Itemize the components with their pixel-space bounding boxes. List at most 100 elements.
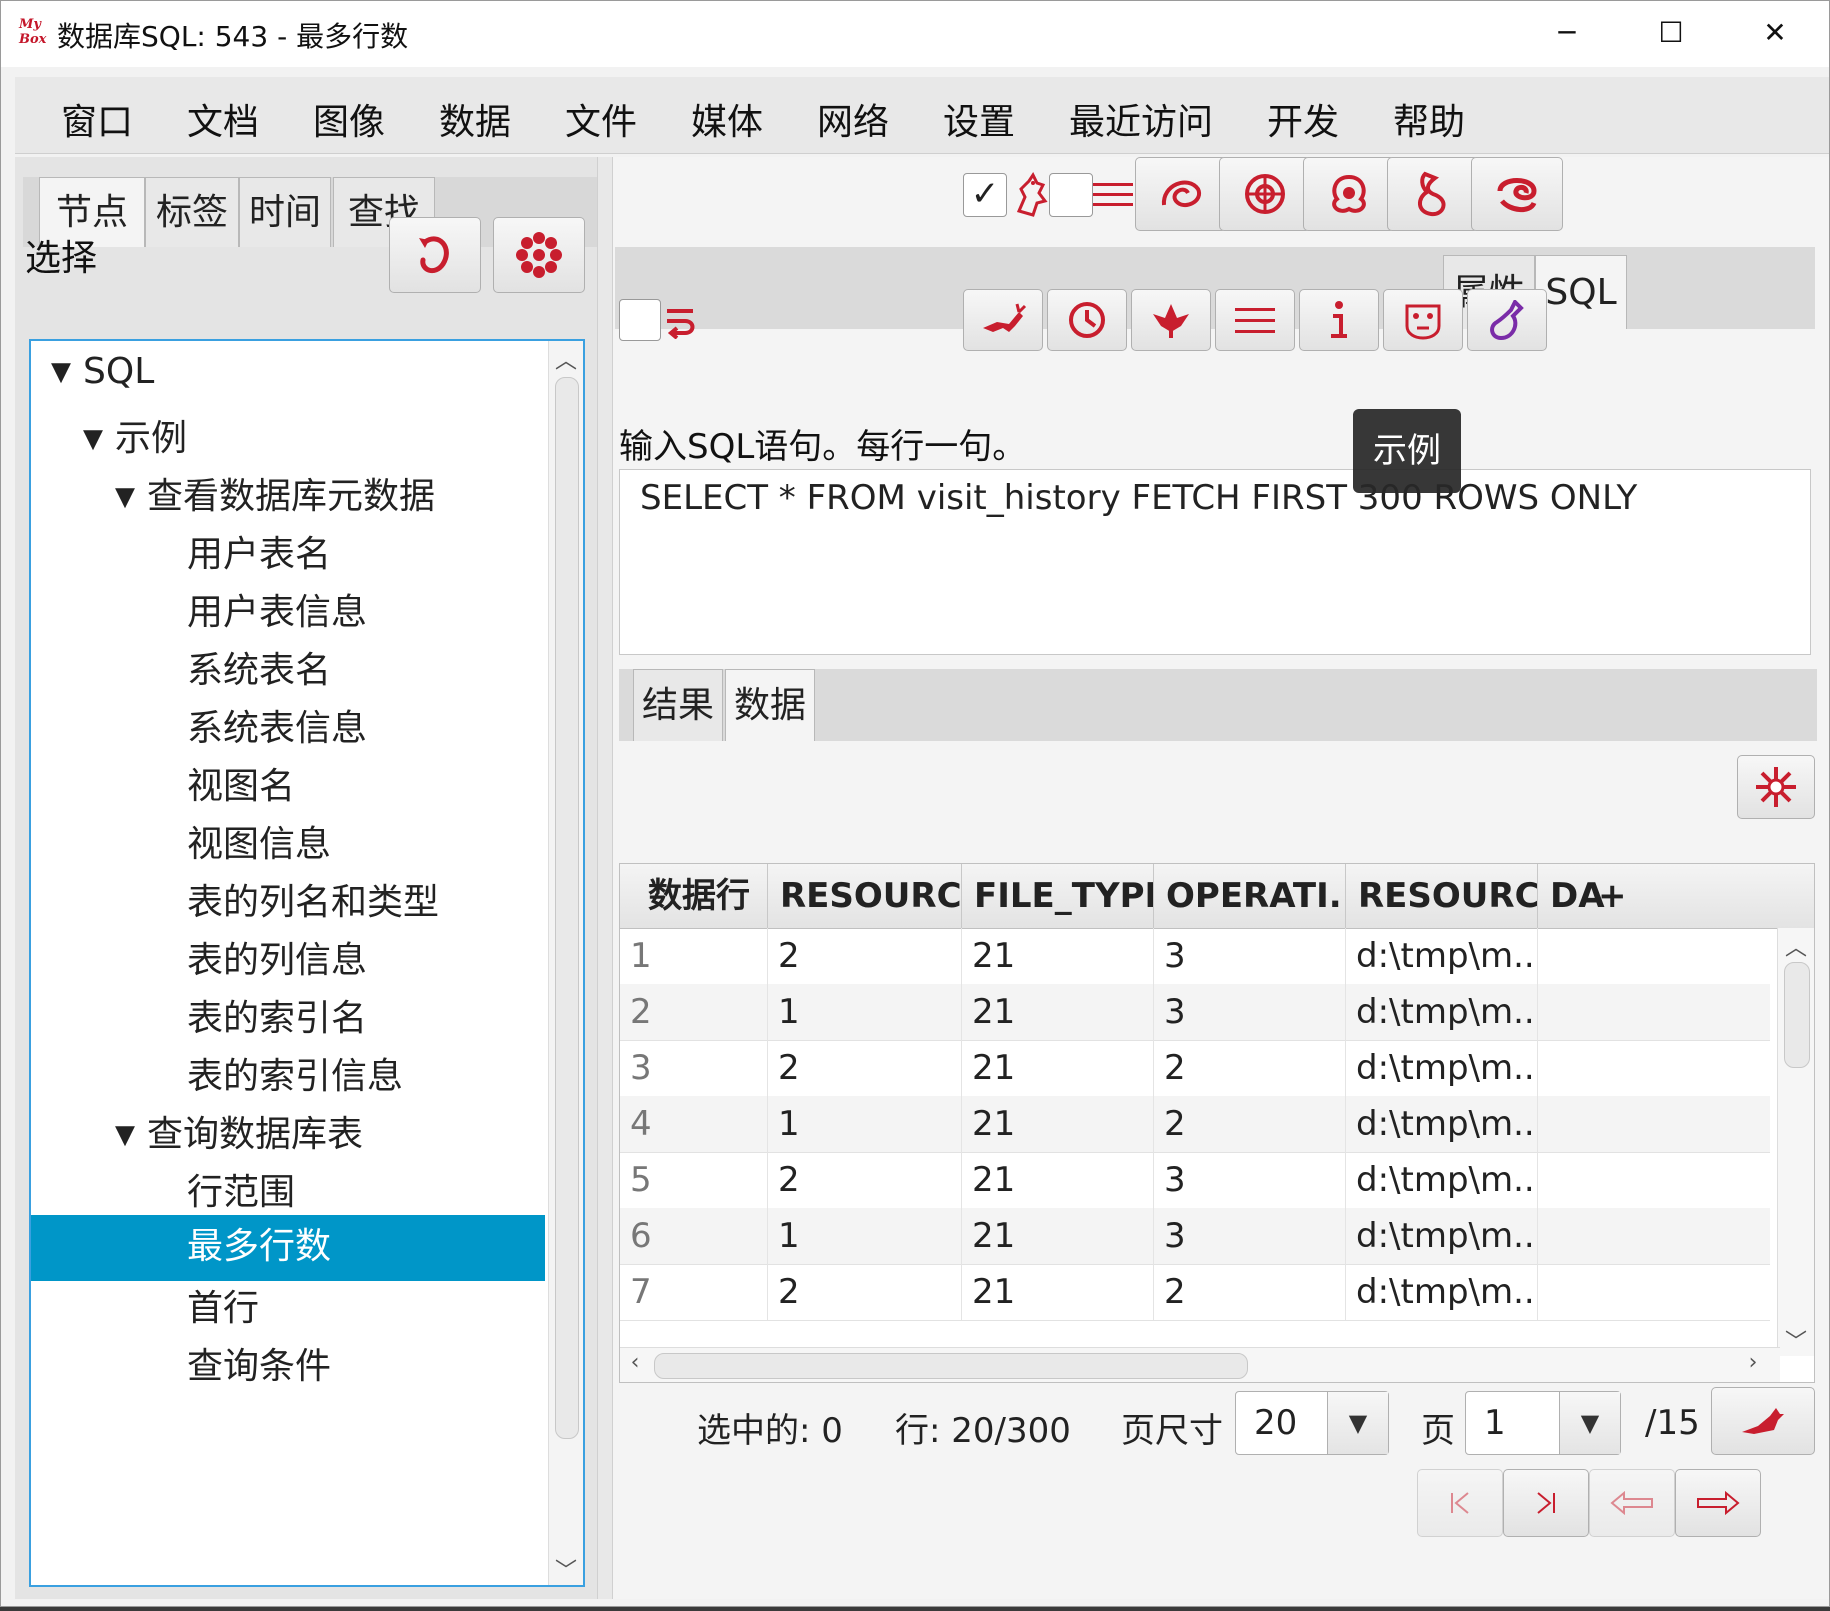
options-button[interactable] [493, 217, 585, 293]
tree-node-query-tables[interactable]: ▼ 查询数据库表 [115, 1105, 363, 1157]
column-header-resource-2[interactable]: RESOURC... [1346, 864, 1538, 928]
tree-node-sql[interactable]: ▼ SQL [51, 351, 154, 392]
previous-page-button[interactable] [1589, 1469, 1675, 1537]
scroll-right-icon[interactable]: › [1738, 1350, 1768, 1380]
mask-button[interactable] [1383, 289, 1463, 351]
tab-time[interactable]: 时间 [239, 177, 331, 247]
close-button[interactable]: ✕ [1745, 11, 1805, 55]
table-row[interactable]: 7 2 21 2 d:\tmp\m... [620, 1264, 1770, 1321]
tree-node-index-info[interactable]: 表的索引信息 [187, 1047, 403, 1099]
table-horizontal-scrollbar[interactable]: ‹ › [620, 1347, 1780, 1382]
menu-data[interactable]: 数据 [439, 93, 511, 145]
menu-settings[interactable]: 设置 [943, 93, 1015, 145]
scroll-down-icon[interactable]: ﹀ [1778, 1324, 1814, 1355]
data-table[interactable]: 数据行 RESOURC... FILE_TYPE OPERATI... RESO… [619, 863, 1815, 1383]
scroll-left-icon[interactable]: ‹ [620, 1350, 650, 1380]
tab-results[interactable]: 结果 [633, 669, 723, 741]
tree-node-system-table-names[interactable]: 系统表名 [187, 641, 331, 693]
tree-node-user-table-names[interactable]: 用户表名 [187, 525, 331, 577]
tree-vertical-scrollbar[interactable]: ︿ ﹀ [548, 341, 583, 1585]
wrap-checkbox[interactable] [619, 299, 661, 341]
run-button[interactable] [963, 289, 1043, 351]
first-page-button[interactable] [1417, 1469, 1503, 1537]
table-row[interactable]: 1 2 21 3 d:\tmp\m... [620, 928, 1770, 985]
table-row[interactable]: 3 2 21 2 d:\tmp\m... [620, 1040, 1770, 1097]
expand-triangle-icon[interactable]: ▼ [83, 424, 103, 454]
table-row[interactable]: 5 2 21 3 d:\tmp\m... [620, 1152, 1770, 1209]
checkbox-unchecked[interactable] [1049, 173, 1093, 217]
menu-window[interactable]: 窗口 [61, 93, 133, 145]
scroll-down-icon[interactable]: ﹀ [549, 1553, 583, 1584]
tree-node-view-metadata[interactable]: ▼ 查看数据库元数据 [115, 467, 435, 519]
lines-button[interactable] [1215, 289, 1295, 351]
tree-node-first-row[interactable]: 首行 [187, 1279, 259, 1331]
refresh-button[interactable] [389, 217, 481, 293]
tree-node-system-table-info[interactable]: 系统表信息 [187, 699, 367, 751]
menu-file[interactable]: 文件 [565, 93, 637, 145]
table-row[interactable]: 6 1 21 3 d:\tmp\m... [620, 1208, 1770, 1265]
menu-document[interactable]: 文档 [187, 93, 259, 145]
minimize-button[interactable]: ─ [1537, 11, 1597, 55]
table-vertical-scrollbar[interactable]: ︿ ﹀ [1777, 928, 1814, 1356]
tree-node-column-info[interactable]: 表的列信息 [187, 931, 367, 983]
tree-node-view-names[interactable]: 视图名 [187, 757, 295, 809]
tree-node-query-conditions[interactable]: 查询条件 [187, 1337, 331, 1389]
column-header-row-number[interactable]: 数据行 [620, 864, 768, 928]
column-header-operation[interactable]: OPERATI... [1154, 864, 1346, 928]
maximize-button[interactable]: ☐ [1641, 11, 1701, 55]
dropdown-arrow-icon[interactable]: ▼ [1559, 1392, 1620, 1454]
tree-node-index-names[interactable]: 表的索引名 [187, 989, 367, 1041]
checkbox-checked[interactable]: ✓ [963, 173, 1007, 217]
peony-button[interactable] [1303, 157, 1395, 231]
scroll-thumb[interactable] [654, 1353, 1248, 1379]
pattern-button[interactable] [1219, 157, 1311, 231]
tab-sql[interactable]: SQL [1535, 255, 1627, 329]
tab-data[interactable]: 数据 [725, 669, 815, 741]
expand-triangle-icon[interactable]: ▼ [51, 357, 71, 387]
tab-tags[interactable]: 标签 [145, 177, 239, 247]
scroll-up-icon[interactable]: ︿ [549, 343, 583, 374]
scroll-thumb[interactable] [555, 377, 579, 1439]
sql-tree[interactable]: ▼ SQL ▼ 示例 ▼ 查看数据库元数据 用户表名 用户表信息 系统表名 系统表信息… [29, 339, 585, 1587]
pane-splitter[interactable] [597, 157, 613, 1599]
menu-media[interactable]: 媒体 [691, 93, 763, 145]
tree-node-max-rows[interactable]: 最多行数 [31, 1215, 545, 1281]
dropdown-arrow-icon[interactable]: ▼ [1327, 1392, 1388, 1454]
sql-editor[interactable]: SELECT * FROM visit_history FETCH FIRST … [619, 469, 1811, 655]
rooster-icon [1016, 172, 1048, 217]
info-button[interactable] [1299, 289, 1379, 351]
go-page-button[interactable] [1711, 1387, 1815, 1455]
tree-node-view-info[interactable]: 视图信息 [187, 815, 331, 867]
page-select[interactable]: 1 ▼ [1465, 1391, 1621, 1455]
page-size-select[interactable]: 20 ▼ [1235, 1391, 1389, 1455]
table-row[interactable]: 2 1 21 3 d:\tmp\m... [620, 984, 1770, 1041]
last-page-button[interactable] [1503, 1469, 1589, 1537]
menu-network[interactable]: 网络 [817, 93, 889, 145]
expand-triangle-icon[interactable]: ▼ [115, 482, 135, 512]
next-page-button[interactable] [1675, 1469, 1761, 1537]
menu-develop[interactable]: 开发 [1267, 93, 1339, 145]
column-header-file-type[interactable]: FILE_TYPE [962, 864, 1154, 928]
tree-node-column-names-types[interactable]: 表的列名和类型 [187, 873, 439, 925]
column-header-resource-1[interactable]: RESOURC... [768, 864, 962, 928]
scroll-up-icon[interactable]: ︿ [1778, 930, 1814, 961]
cell: d:\tmp\m... [1346, 1264, 1538, 1320]
examples-button[interactable] [1131, 289, 1211, 351]
table-row[interactable]: 4 1 21 2 d:\tmp\m... [620, 1096, 1770, 1153]
tree-node-examples[interactable]: ▼ 示例 [83, 409, 187, 461]
cloud-button[interactable] [1471, 157, 1563, 231]
history-button[interactable] [1047, 289, 1127, 351]
expand-triangle-icon[interactable]: ▼ [115, 1120, 135, 1150]
cell: d:\tmp\m... [1346, 984, 1538, 1040]
purple-gourd-button[interactable] [1467, 289, 1547, 351]
menu-help[interactable]: 帮助 [1393, 93, 1465, 145]
scroll-thumb[interactable] [1784, 962, 1810, 1068]
swirl-button[interactable] [1135, 157, 1227, 231]
tree-node-row-range[interactable]: 行范围 [187, 1163, 295, 1215]
data-options-button[interactable] [1737, 755, 1815, 819]
tree-node-user-table-info[interactable]: 用户表信息 [187, 583, 367, 635]
menu-recent[interactable]: 最近访问 [1069, 93, 1213, 145]
add-column-icon[interactable]: + [1594, 864, 1624, 928]
menu-image[interactable]: 图像 [313, 93, 385, 145]
gourd-button[interactable] [1387, 157, 1479, 231]
